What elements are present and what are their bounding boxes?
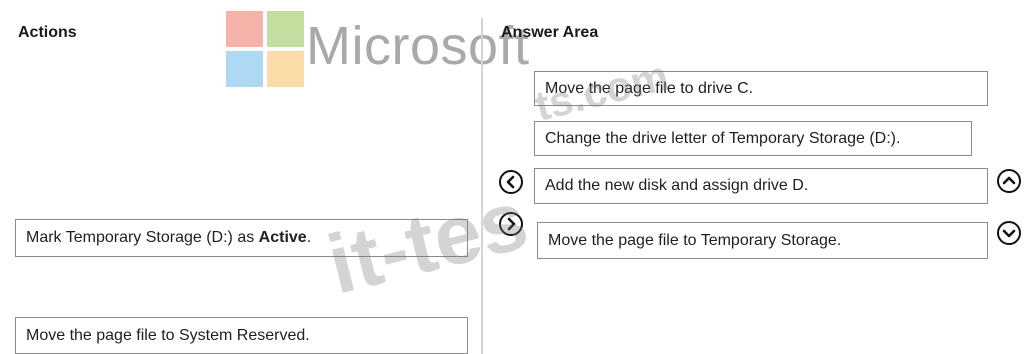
panel-divider (481, 18, 483, 354)
action-item-text: Mark Temporary Storage (D:) as (26, 229, 259, 246)
answer-item-4[interactable]: Move the page file to Temporary Storage. (537, 222, 988, 259)
answer-item-text: Change the drive letter of Temporary Sto… (545, 129, 901, 147)
answer-item-text: Add the new disk and assign drive D. (545, 177, 809, 194)
action-item-text: Move the page file to System Reserved. (26, 326, 310, 344)
action-item-bold: Active (258, 229, 307, 246)
answer-item-text: Move the page file to Temporary Storage. (548, 231, 842, 249)
answer-item-2[interactable]: Change the drive letter of Temporary Sto… (534, 121, 972, 156)
answer-item-3[interactable]: Add the new disk and assign drive D. (534, 168, 988, 204)
logo-wordmark: Microsoft (306, 16, 530, 76)
move-down-button[interactable] (997, 221, 1021, 245)
answer-area-heading: Answer Area (501, 24, 599, 41)
answer-item-text: Move the page file to drive C. (545, 79, 754, 97)
chevron-left-icon (506, 175, 515, 189)
move-up-button[interactable] (997, 169, 1021, 193)
chevron-right-icon (507, 217, 516, 231)
action-item-mark-active[interactable]: Mark Temporary Storage (D:) as Active. (15, 219, 468, 257)
chevron-up-icon (1002, 176, 1016, 185)
logo-square-green (267, 11, 304, 47)
logo-square-blue (226, 51, 263, 87)
actions-heading: Actions (18, 24, 77, 41)
move-right-button[interactable] (499, 212, 523, 236)
action-item-system-reserved[interactable]: Move the page file to System Reserved. (15, 317, 468, 354)
move-left-button[interactable] (499, 170, 523, 194)
microsoft-logo-watermark: Microsoft (222, 11, 552, 87)
chevron-down-icon (1002, 229, 1016, 238)
logo-square-red (226, 11, 263, 47)
action-item-suffix: . (306, 229, 312, 246)
answer-item-1[interactable]: Move the page file to drive C. (534, 71, 988, 106)
logo-square-yellow (267, 51, 304, 87)
